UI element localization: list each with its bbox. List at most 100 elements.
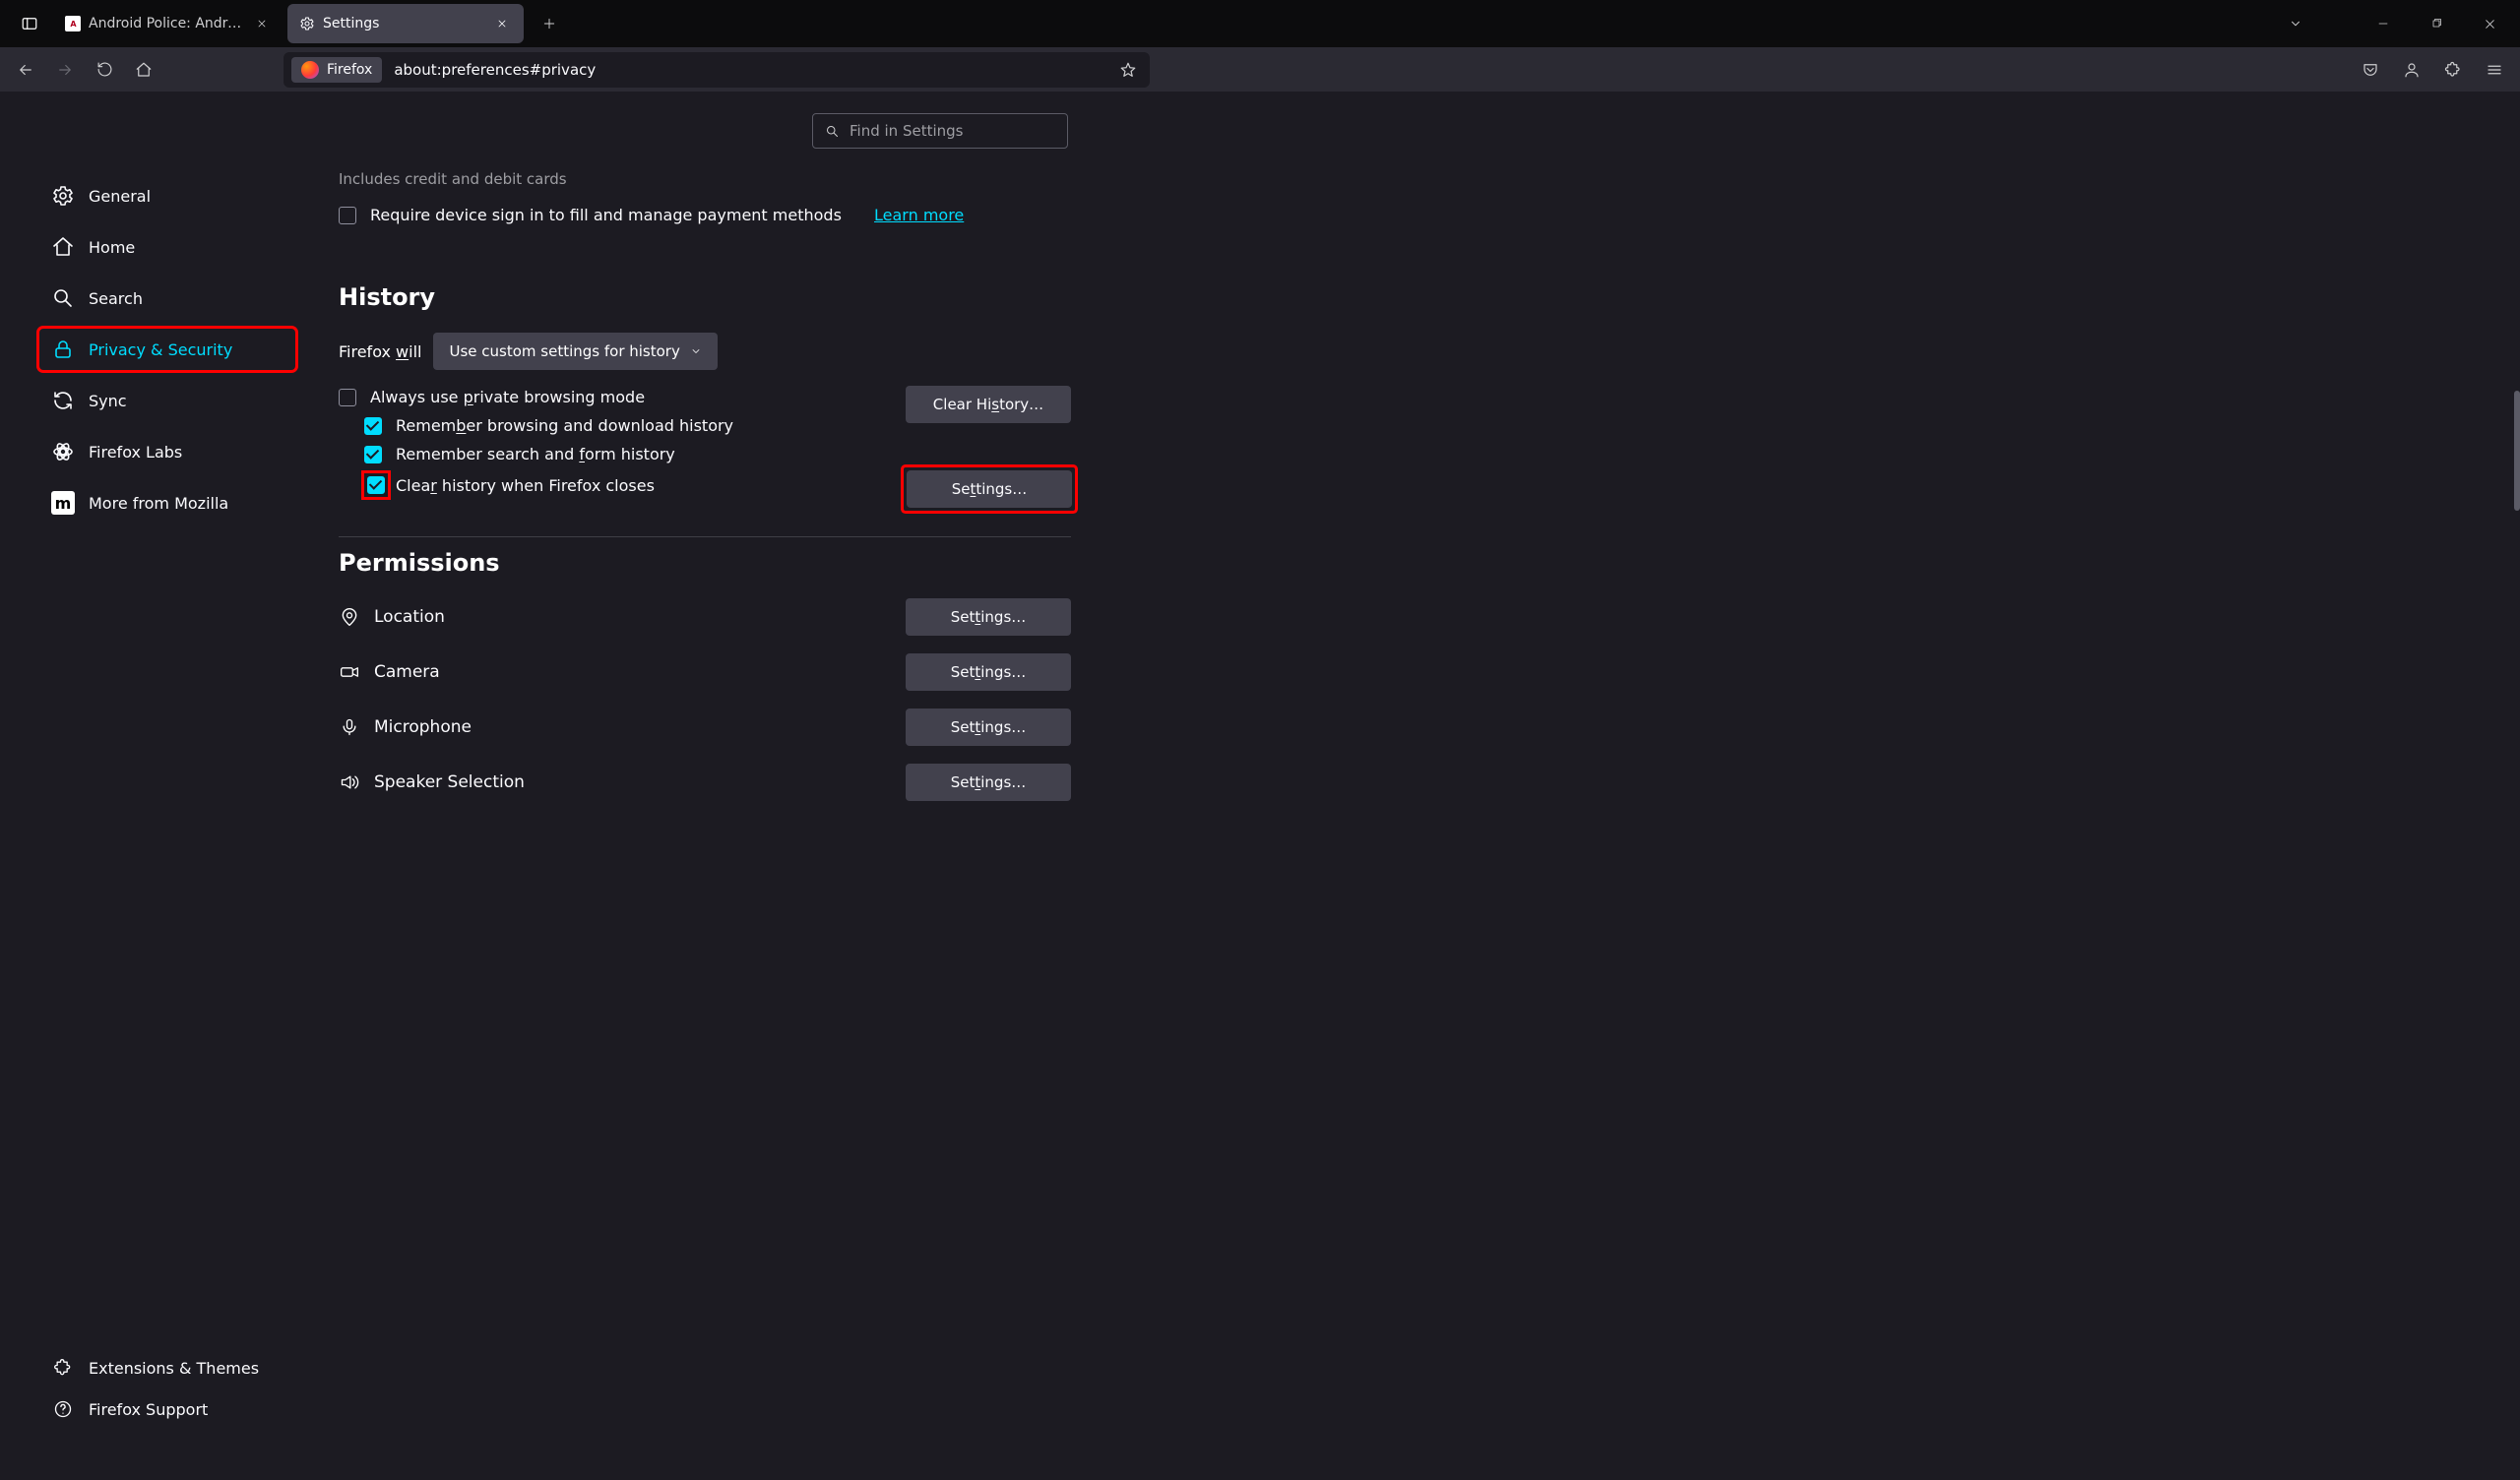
gear-icon — [299, 16, 315, 31]
scrollbar-thumb[interactable] — [2514, 391, 2520, 511]
remember-browsing-label: Remember browsing and download history — [396, 416, 733, 435]
category-home[interactable]: Home — [39, 226, 295, 268]
history-mode-select[interactable]: Use custom settings for history — [433, 333, 717, 370]
home-button[interactable] — [126, 52, 161, 88]
clear-on-close-settings-button[interactable]: Settings… — [907, 470, 1072, 508]
window-close-button[interactable] — [2467, 0, 2512, 47]
category-label: General — [89, 187, 151, 206]
category-search[interactable]: Search — [39, 278, 295, 319]
close-icon — [256, 18, 268, 30]
sidebar-icon — [21, 15, 38, 32]
home-icon — [51, 235, 75, 259]
extensions-button[interactable] — [2435, 52, 2471, 88]
camera-icon — [339, 661, 360, 683]
category-label: More from Mozilla — [89, 494, 228, 513]
find-in-settings-input[interactable] — [850, 122, 1055, 140]
microphone-settings-button[interactable]: Settings… — [906, 709, 1071, 746]
navbar: Firefox about:preferences#privacy — [0, 47, 2520, 92]
tab-settings[interactable]: Settings — [287, 4, 524, 43]
preferences-content: General Home Search Privacy & Security S… — [0, 92, 2520, 1480]
history-mode-row: Firefox will Use custom settings for his… — [339, 333, 1071, 370]
main-pane: Includes credit and debit cards Require … — [335, 92, 2520, 1480]
chevron-down-icon — [2289, 17, 2302, 31]
link-label: Extensions & Themes — [89, 1359, 259, 1378]
urlbar[interactable]: Firefox about:preferences#privacy — [284, 52, 1150, 88]
speaker-icon — [339, 771, 360, 793]
permission-label: Camera — [374, 662, 440, 682]
tab-close-button[interactable] — [492, 14, 512, 33]
tab-android-police[interactable]: A Android Police: Android news, r — [53, 4, 284, 43]
remember-browsing-checkbox[interactable] — [364, 417, 382, 435]
history-heading: History — [339, 283, 1071, 311]
url-text: about:preferences#privacy — [394, 61, 596, 79]
new-tab-button[interactable] — [532, 6, 567, 41]
category-label: Sync — [89, 392, 127, 410]
category-general[interactable]: General — [39, 175, 295, 216]
mozilla-icon: m — [51, 491, 75, 515]
permission-microphone-row: Microphone Settings… — [339, 709, 1071, 746]
learn-more-link[interactable]: Learn more — [874, 206, 964, 224]
permissions-heading: Permissions — [339, 549, 1071, 577]
back-button[interactable] — [8, 52, 43, 88]
arrow-right-icon — [56, 61, 74, 79]
category-label: Search — [89, 289, 143, 308]
chevron-down-icon — [690, 345, 702, 357]
camera-settings-button[interactable]: Settings… — [906, 653, 1071, 691]
window-maximize-button[interactable] — [2414, 0, 2459, 47]
identity-label: Firefox — [327, 62, 372, 78]
section-divider — [339, 536, 1071, 537]
home-icon — [135, 61, 153, 79]
find-in-settings[interactable] — [812, 113, 1068, 149]
reload-icon — [96, 61, 113, 78]
category-privacy[interactable]: Privacy & Security — [39, 329, 295, 370]
tab-label: Android Police: Android news, r — [89, 16, 244, 31]
pocket-button[interactable] — [2353, 52, 2388, 88]
permission-speaker-row: Speaker Selection Settings… — [339, 764, 1071, 801]
search-icon — [51, 286, 75, 310]
category-more-mozilla[interactable]: m More from Mozilla — [39, 482, 295, 524]
account-button[interactable] — [2394, 52, 2429, 88]
firefox-logo-icon — [301, 61, 319, 79]
permission-location-row: Location Settings… — [339, 598, 1071, 636]
require-device-signin-checkbox[interactable] — [339, 207, 356, 224]
permission-label: Microphone — [374, 717, 472, 737]
history-mode-value: Use custom settings for history — [449, 342, 679, 360]
identity-box[interactable]: Firefox — [291, 57, 382, 83]
payments-subtext: Includes credit and debit cards — [339, 170, 1071, 188]
bookmark-star-button[interactable] — [1114, 56, 1142, 84]
forward-button[interactable] — [47, 52, 83, 88]
user-icon — [2403, 61, 2421, 79]
minimize-icon — [2377, 18, 2389, 30]
extensions-themes-link[interactable]: Extensions & Themes — [39, 1348, 295, 1388]
always-private-label: Always use private browsing mode — [370, 388, 645, 406]
always-private-checkbox[interactable] — [339, 389, 356, 406]
close-icon — [2484, 18, 2496, 31]
tab-close-button[interactable] — [252, 14, 272, 33]
app-menu-button[interactable] — [2477, 52, 2512, 88]
list-tabs-button[interactable] — [2278, 6, 2313, 41]
clear-on-close-label: Clear history when Firefox closes — [396, 476, 655, 495]
require-device-signin-label: Require device sign in to fill and manag… — [370, 206, 842, 224]
sync-icon — [51, 389, 75, 412]
clear-on-close-highlight — [364, 473, 388, 497]
remember-forms-checkbox[interactable] — [364, 446, 382, 463]
category-sync[interactable]: Sync — [39, 380, 295, 421]
speaker-settings-button[interactable]: Settings… — [906, 764, 1071, 801]
search-icon — [825, 124, 840, 139]
category-labs[interactable]: Firefox Labs — [39, 431, 295, 472]
location-icon — [339, 606, 360, 628]
link-label: Firefox Support — [89, 1400, 208, 1419]
recent-tabs-button[interactable] — [8, 0, 51, 47]
category-label: Home — [89, 238, 135, 257]
location-settings-button[interactable]: Settings… — [906, 598, 1071, 636]
permission-label: Location — [374, 607, 445, 627]
lock-icon — [51, 338, 75, 361]
firefox-support-link[interactable]: Firefox Support — [39, 1389, 295, 1429]
window-minimize-button[interactable] — [2361, 0, 2406, 47]
remember-forms-label: Remember search and form history — [396, 445, 675, 463]
remember-forms-row: Remember search and form history — [339, 445, 1071, 463]
clear-history-button[interactable]: Clear History… — [906, 386, 1071, 423]
reload-button[interactable] — [87, 52, 122, 88]
clear-on-close-checkbox[interactable] — [367, 476, 385, 494]
arrow-left-icon — [17, 61, 34, 79]
